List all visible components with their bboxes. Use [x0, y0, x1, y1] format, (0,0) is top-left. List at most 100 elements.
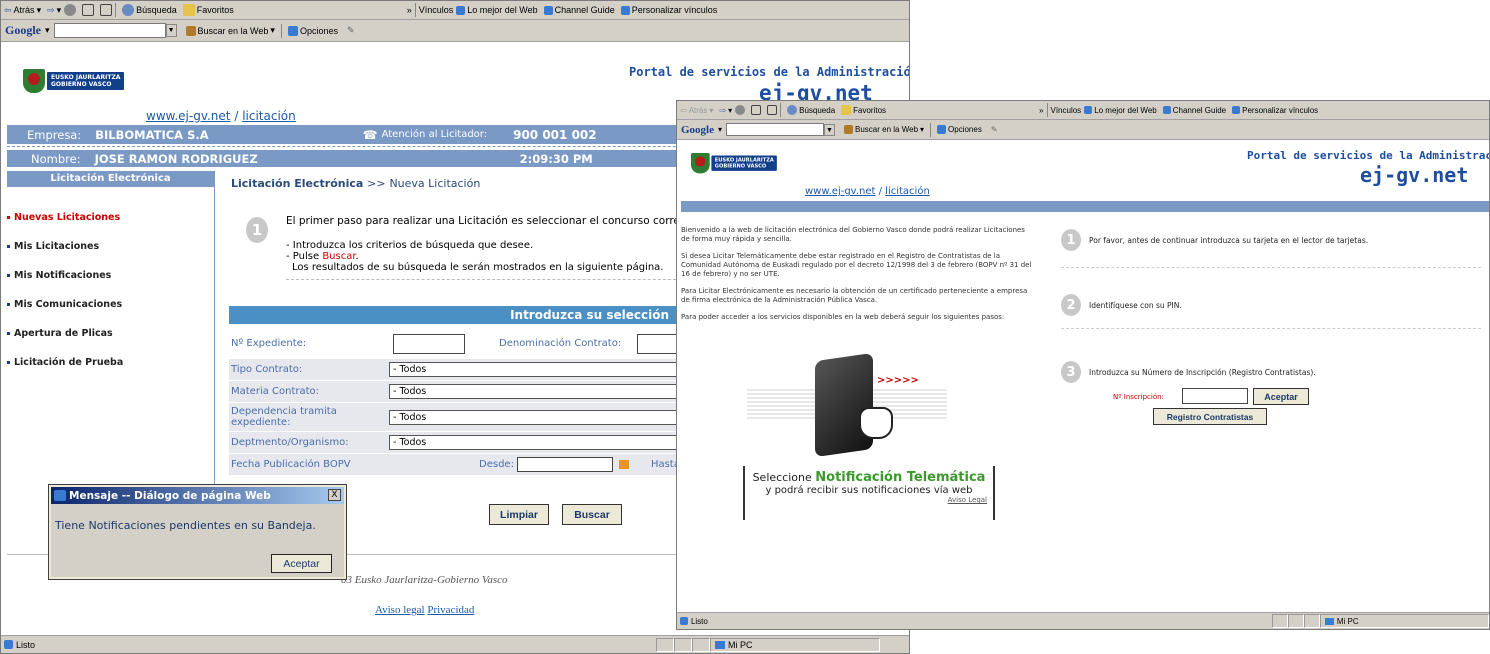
limpiar-button[interactable]: Limpiar — [489, 504, 549, 525]
aviso-legal-link[interactable]: Aviso Legal — [745, 496, 993, 504]
search-button[interactable]: Búsqueda — [784, 105, 838, 115]
tipo-select[interactable]: - Todos — [389, 362, 689, 377]
dialog-accept-button[interactable]: Aceptar — [271, 554, 332, 573]
breadcrumb-page-link[interactable]: licitación — [885, 186, 930, 197]
breadcrumb: www.ej-gv.net / licitación — [146, 109, 296, 123]
registro-contratistas-button[interactable]: Registro Contratistas — [1153, 408, 1267, 425]
buscar-link[interactable]: Buscar — [322, 251, 355, 262]
favorites-button[interactable]: Favoritos — [838, 105, 889, 115]
fecha-label: Fecha Publicación BOPV — [231, 459, 351, 470]
chevron-icon[interactable]: » — [1039, 106, 1043, 115]
stop-icon[interactable] — [64, 4, 77, 16]
forward-button[interactable]: ⇨ ▾ — [716, 106, 735, 115]
dialog-message: Tiene Notificaciones pendientes en su Ba… — [55, 519, 316, 532]
nombre-label: Nombre: — [31, 151, 81, 166]
link-customize[interactable]: Personalizar vínculos — [1229, 106, 1321, 115]
zone-cell: Mi PC — [1319, 614, 1489, 628]
buscar-button[interactable]: Buscar — [562, 504, 622, 525]
desde-input[interactable] — [516, 457, 613, 472]
sidebar-item-licitacion-prueba[interactable]: Licitación de Prueba — [7, 348, 214, 377]
pencil-icon[interactable]: ✎ — [347, 25, 355, 36]
ie-icon — [54, 490, 66, 501]
privacidad-link[interactable]: Privacidad — [427, 604, 474, 616]
step-divider — [1061, 328, 1481, 329]
sidebar-title: Licitación Electrónica — [7, 171, 214, 187]
phone-number: 900 001 002 — [513, 127, 597, 142]
link-customize[interactable]: Personalizar vínculos — [618, 5, 721, 15]
search-web-button[interactable]: Buscar en la Web ▾ — [841, 125, 927, 134]
google-search-input[interactable] — [53, 23, 166, 38]
shield-icon — [23, 69, 45, 93]
back-button[interactable]: ⇦ Atrás ▾ — [1, 5, 44, 16]
step-number-icon: 1 — [1061, 229, 1081, 251]
sidebar-item-mis-licitaciones[interactable]: Mis Licitaciones — [7, 232, 214, 261]
home-icon[interactable] — [100, 4, 113, 16]
step-3: 3 Introduzca su Número de Inscripción (R… — [1061, 361, 1316, 383]
pencil-icon[interactable]: ✎ — [991, 125, 998, 134]
google-logo[interactable]: Google — [1, 23, 45, 38]
calendar-icon[interactable] — [618, 460, 629, 469]
monitor-illustration: >>>>> — [747, 349, 997, 459]
link-best-web[interactable]: Lo mejor del Web — [1081, 106, 1160, 115]
message-dialog: Mensaje -- Diálogo de página Web X Tiene… — [48, 484, 347, 580]
breadcrumb-site-link[interactable]: www.ej-gv.net — [805, 186, 875, 197]
sidebar-item-mis-comunicaciones[interactable]: Mis Comunicaciones — [7, 290, 214, 319]
sidebar-item-apertura-plicas[interactable]: Apertura de Plicas — [7, 319, 214, 348]
back-label: Atrás — [13, 5, 35, 15]
google-search-input[interactable] — [726, 123, 825, 136]
sidebar-item-mis-notificaciones[interactable]: Mis Notificaciones — [7, 261, 214, 290]
browser-window-secondary: ⇦ Atrás ▾ ⇨ ▾ Búsqueda Favoritos » Víncul… — [676, 100, 1490, 630]
binoculars-icon — [844, 125, 854, 134]
step1-text: Por favor, antes de continuar introduzca… — [1089, 235, 1369, 245]
options-button[interactable]: Opciones — [934, 125, 985, 134]
forward-button[interactable]: ⇨ ▾ — [44, 5, 64, 16]
aviso-legal-link[interactable]: Aviso legal — [375, 604, 425, 616]
search-button[interactable]: Búsqueda — [119, 4, 180, 16]
page-icon — [4, 640, 13, 649]
materia-select[interactable]: - Todos — [389, 384, 689, 399]
empresa-label: Empresa: — [27, 127, 82, 142]
bullet-icon — [7, 332, 10, 335]
link-channel-guide[interactable]: Channel Guide — [1160, 106, 1229, 115]
gobierno-vasco-logo: EUSKO JAURLARITZA GOBIERNO VASCO — [691, 153, 778, 174]
aceptar-button[interactable]: Aceptar — [1253, 388, 1309, 405]
close-icon[interactable]: X — [328, 489, 341, 501]
sidebar-item-nuevas-licitaciones[interactable]: Nuevas Licitaciones — [7, 203, 214, 232]
options-button[interactable]: Opciones — [285, 25, 341, 36]
phone-icon: ☎ — [362, 127, 378, 142]
search-web-button[interactable]: Buscar en la Web ▾ — [183, 25, 278, 36]
forward-arrow-icon: ⇨ — [719, 105, 727, 115]
dependencia-select[interactable]: - Todos — [389, 409, 689, 425]
home-icon[interactable] — [767, 105, 778, 115]
stop-icon[interactable] — [735, 105, 746, 115]
link-best-web[interactable]: Lo mejor del Web — [453, 5, 540, 15]
back-button[interactable]: ⇦ Atrás ▾ — [677, 106, 716, 115]
binoculars-icon — [185, 25, 196, 36]
denominacion-input[interactable] — [637, 333, 678, 354]
inscripcion-input[interactable] — [1182, 388, 1248, 404]
forward-arrow-icon: ⇨ — [47, 4, 55, 15]
row-expediente: Nº Expediente: Denominación Contrato: — [229, 332, 689, 356]
dropdown-icon[interactable]: ▼ — [165, 24, 177, 37]
deptmento-select[interactable]: - Todos — [389, 435, 689, 450]
refresh-icon[interactable] — [751, 105, 762, 115]
status-bar: Listo Mi PC — [677, 612, 1489, 629]
breadcrumb-site-link[interactable]: www.ej-gv.net — [146, 109, 231, 123]
notification-banner[interactable]: Seleccione Notificación Telemática y pod… — [743, 466, 995, 520]
favorites-button[interactable]: Favoritos — [180, 4, 237, 16]
dropdown-icon[interactable]: ▼ — [824, 123, 836, 136]
chevron-icon[interactable]: » — [407, 5, 412, 15]
shield-icon — [691, 153, 710, 174]
google-logo[interactable]: Google — [677, 124, 718, 136]
options-icon — [937, 125, 947, 134]
refresh-icon[interactable] — [82, 4, 95, 16]
dependencia-label: Dependencia tramita expediente: — [231, 406, 337, 428]
breadcrumb-page-link[interactable]: licitación — [242, 109, 296, 123]
notif-text-3: y podrá recibir sus notificaciones vía w… — [765, 485, 973, 496]
expediente-input[interactable] — [393, 333, 465, 354]
options-icon — [287, 25, 298, 36]
atencion-label: Atención al Licitador: — [381, 129, 488, 140]
link-channel-guide[interactable]: Channel Guide — [541, 5, 618, 15]
ie-icon — [620, 5, 630, 15]
bullet-icon — [7, 303, 10, 306]
